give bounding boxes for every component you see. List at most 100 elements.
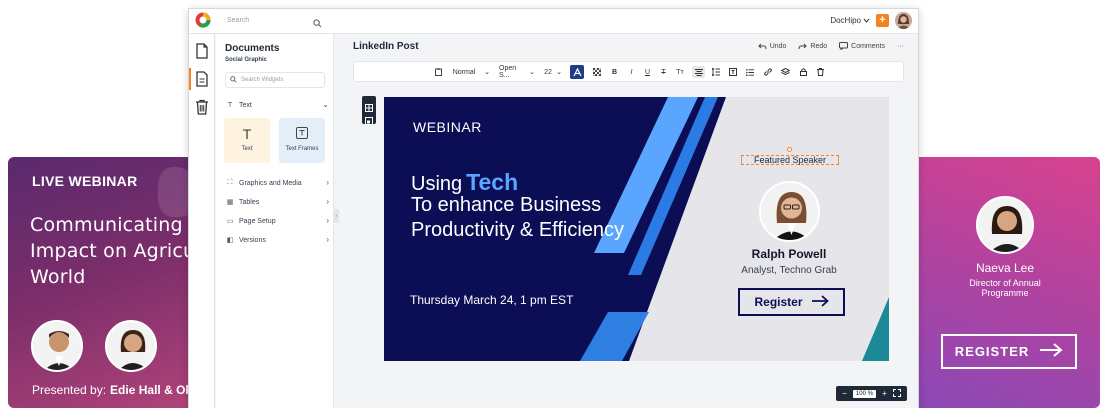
page-root: LIVE WEBINAR Communicating Climate Impac… [0, 0, 1109, 408]
presenter-avatar-female [105, 320, 157, 372]
text-box-icon[interactable] [728, 66, 738, 78]
rotate-handle[interactable] [787, 147, 792, 152]
section-text[interactable]: T Text ⌄ [225, 99, 329, 111]
text-widget-tile[interactable]: T Text [224, 118, 270, 163]
editor-window: Search DocHipo + Documents Social Graphi… [188, 8, 919, 408]
right-speaker-role: Director of Annual Programme [969, 278, 1041, 298]
left-live-label: LIVE WEBINAR [32, 173, 138, 189]
headline-subtext[interactable]: To enhance Business Productivity & Effic… [411, 193, 651, 243]
highlight-icon[interactable] [592, 66, 601, 78]
register-button[interactable]: Register [738, 288, 845, 316]
headline-using[interactable]: Using Tech [411, 169, 518, 196]
section-versions[interactable]: ◧ Versions › [225, 234, 329, 246]
panel-collapse-handle[interactable]: ‹ [334, 209, 339, 223]
clipboard-icon[interactable] [434, 66, 443, 78]
speaker-photo[interactable] [759, 181, 820, 242]
section-graphics[interactable]: ⛶ Graphics and Media › [225, 177, 329, 189]
panel-subtitle: Social Graphic [225, 57, 268, 63]
dochipo-logo-icon[interactable] [195, 12, 211, 28]
webinar-label[interactable]: WEBINAR [413, 119, 482, 135]
lock-icon[interactable] [798, 66, 808, 78]
widget-search-placeholder: Search Widgets [241, 77, 284, 83]
layers-icon[interactable] [780, 66, 790, 78]
text-frames-tile[interactable]: Text Frames [279, 118, 325, 163]
align-center-icon[interactable] [692, 66, 705, 78]
right-register-label: REGISTER [954, 344, 1030, 359]
brand-label: DocHipo [830, 16, 861, 25]
comments-button[interactable]: Comments [839, 42, 885, 50]
list-icon[interactable] [745, 66, 755, 78]
fullscreen-icon[interactable] [892, 388, 901, 399]
speaker-name[interactable]: Ralph Powell [714, 247, 864, 261]
trash-icon[interactable] [195, 99, 209, 115]
underline-button[interactable]: U [643, 66, 652, 78]
section-tables-label: Tables [239, 198, 260, 206]
zoom-controls: − 100 % + [836, 386, 907, 401]
text-frame-icon [279, 126, 325, 142]
widget-search-input[interactable]: Search Widgets [225, 72, 325, 88]
chevron-down-icon[interactable]: ⌄ [529, 66, 535, 78]
line-spacing-icon[interactable] [711, 66, 721, 78]
text-case-button[interactable]: Tт [674, 66, 686, 78]
bold-button[interactable]: B [610, 66, 619, 78]
top-right-controls: DocHipo + [830, 12, 912, 29]
search-icon[interactable] [313, 15, 322, 33]
redo-label: Redo [810, 42, 828, 50]
tile-frames-label: Text Frames [285, 146, 319, 152]
event-date[interactable]: Thursday March 24, 1 pm EST [410, 293, 573, 307]
delete-icon[interactable] [815, 66, 825, 78]
workspace-dropdown[interactable]: DocHipo [830, 16, 870, 25]
left-rail [189, 34, 215, 408]
speaker-avatar-naeva [976, 196, 1034, 254]
strikethrough-button[interactable]: T [659, 66, 668, 78]
right-template-card[interactable]: Naeva Lee Director of Annual Programme R… [910, 157, 1100, 408]
user-avatar[interactable] [895, 12, 912, 29]
arrow-right-icon [1039, 343, 1063, 360]
arrow-right-icon [811, 294, 829, 310]
section-tables[interactable]: ▦ Tables › [225, 196, 329, 208]
text-icon: T [227, 101, 233, 109]
search-icon [230, 75, 237, 85]
right-register-button[interactable]: REGISTER [941, 334, 1077, 369]
register-label: Register [754, 295, 803, 309]
section-page-setup[interactable]: ▭ Page Setup › [225, 215, 329, 227]
font-size-select[interactable]: 22 [543, 66, 553, 78]
italic-button[interactable]: I [627, 66, 636, 78]
left-card-title: Communicating Climate Impact on Agricult… [30, 214, 213, 288]
graphics-icon: ⛶ [227, 179, 233, 186]
chevron-down-icon[interactable]: ⌄ [556, 66, 562, 78]
zoom-in-button[interactable]: + [882, 389, 887, 398]
zoom-out-button[interactable]: − [842, 389, 847, 398]
more-options-button[interactable]: ··· [897, 43, 904, 50]
active-indicator [189, 68, 191, 90]
top-bar: Search DocHipo + [189, 9, 918, 34]
document-icon[interactable] [195, 71, 209, 87]
link-icon[interactable] [763, 66, 773, 78]
paragraph-style-select[interactable]: Normal [450, 66, 478, 78]
left-template-card[interactable]: LIVE WEBINAR Communicating Climate Impac… [8, 157, 213, 408]
chevron-down-icon[interactable]: ⌄ [484, 66, 490, 78]
headline-using-text: Using [411, 173, 463, 195]
versions-icon: ◧ [226, 237, 234, 244]
zoom-level[interactable]: 100 % [852, 389, 876, 398]
font-family-select[interactable]: Open S... [499, 65, 525, 79]
presenters-names: Edie Hall & Oli [110, 383, 193, 397]
design-canvas[interactable]: WEBINAR Using Tech To enhance Business Pr… [384, 97, 889, 361]
speaker-role[interactable]: Analyst, Techno Grab [714, 265, 864, 276]
presented-by: Presented by: Edie Hall & Oli [32, 383, 192, 397]
section-text-label: Text [239, 101, 252, 109]
text-toolbar: Normal ⌄ Open S... ⌄ 22 ⌄ B I U T Tт [353, 61, 904, 82]
chevron-down-icon [863, 16, 870, 25]
featured-speaker-label[interactable]: Featured Speaker [741, 155, 839, 165]
redo-button[interactable]: Redo [798, 43, 827, 50]
document-title[interactable]: LinkedIn Post [353, 41, 419, 52]
search-input[interactable]: Search [227, 13, 327, 28]
create-new-button[interactable]: + [876, 14, 889, 27]
document-actions: Undo Redo Comments ··· [757, 42, 904, 50]
undo-button[interactable]: Undo [757, 43, 786, 50]
text-color-button[interactable] [570, 65, 584, 79]
file-icon[interactable] [195, 43, 209, 59]
chevron-right-icon: › [326, 216, 329, 225]
presenter-avatar-male [31, 320, 83, 372]
duplicate-page-icon[interactable] [365, 112, 373, 130]
